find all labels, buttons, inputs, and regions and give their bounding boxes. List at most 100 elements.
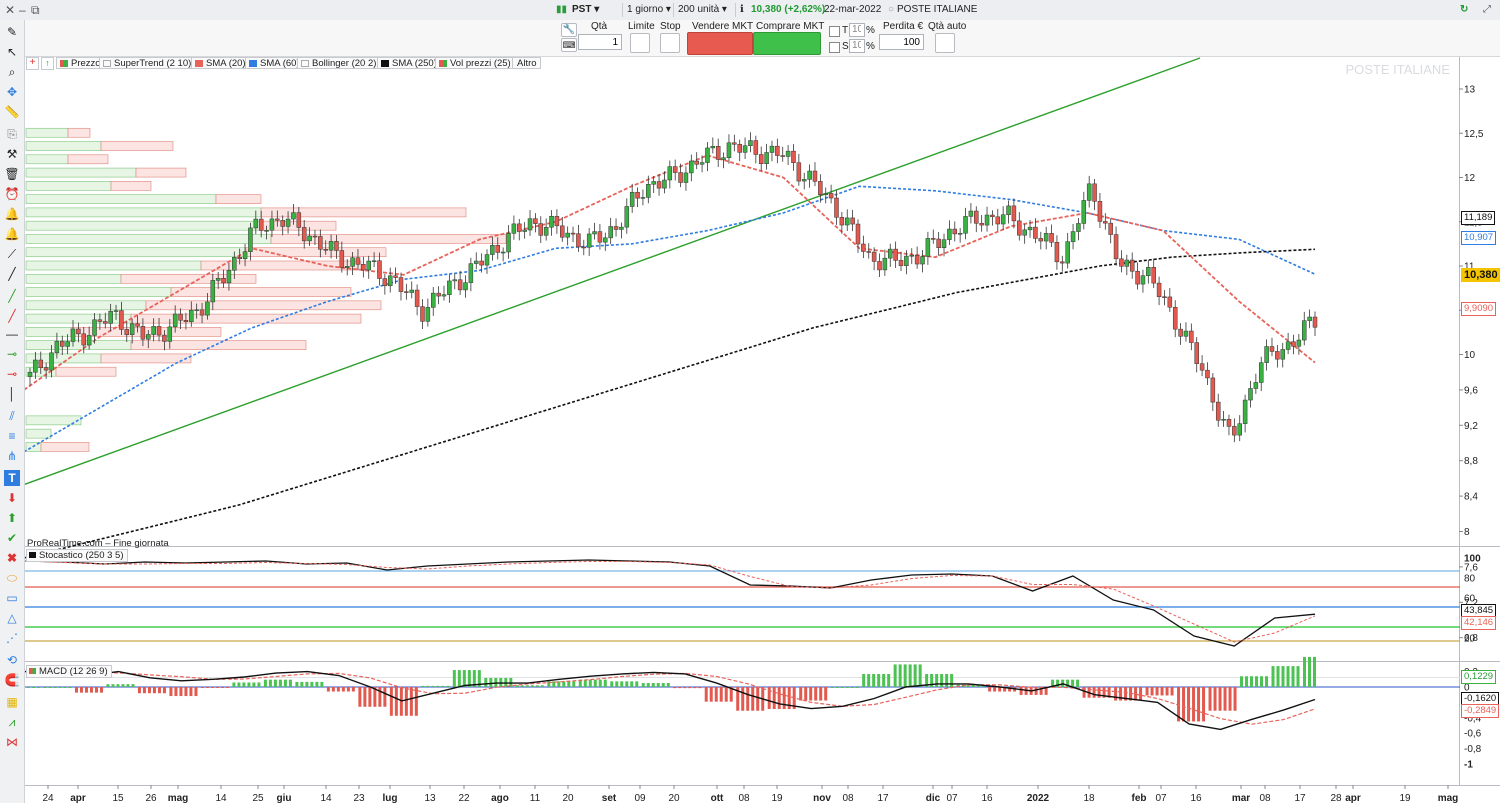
legend-sma20[interactable]: SMA (20) [191,57,250,69]
alarm-icon[interactable]: ⏰ [4,186,20,202]
candle-up [113,310,119,312]
ruler-icon[interactable]: 📏 [4,104,20,120]
macd-hist-down [678,687,682,689]
magnet-icon[interactable]: 🧲 [4,672,20,688]
sell-market-button[interactable] [687,32,753,55]
candle-down [758,154,764,164]
candle-down [979,223,984,226]
restore-icon[interactable]: ⧉ [31,3,40,18]
green-line-icon[interactable]: ╱ [4,288,20,304]
triangle-icon[interactable]: △ [4,610,20,626]
minimize-icon[interactable]: – [19,3,26,17]
candle-down [517,223,522,232]
stop-order-icon[interactable] [660,33,680,53]
candle-up [205,301,210,316]
candle-down [1156,282,1162,297]
red-ray-icon[interactable]: ⊸ [4,366,20,382]
period-select[interactable]: 1 giorno ▾ [622,3,671,17]
macd-hist-up [583,679,587,687]
segment-icon[interactable]: ⟋ [4,246,20,262]
legend-prezzo[interactable]: Prezzo [56,57,105,69]
arrow-up-icon[interactable]: ⬆ [4,510,20,526]
t-input[interactable] [849,23,865,37]
stochastic-title[interactable]: Stocastico (250 3 5) [26,549,128,562]
rectangle-icon[interactable]: ▭ [4,590,20,606]
ellipse-icon[interactable]: ⬭ [4,570,20,586]
date-label: dic [926,793,941,803]
bell-icon[interactable]: 🔔 [4,206,20,222]
chart-type-icon[interactable]: ▮▮ [556,3,567,17]
legend-supertrend[interactable]: SuperTrend (2 10) [99,57,196,69]
pitchfork-icon[interactable]: ⋔ [4,448,20,464]
volume-bar-up [25,287,172,297]
bell-settings-icon[interactable]: 🔔 [4,226,20,242]
candle-down [898,260,904,266]
price-tick-label: 9,2 [1464,421,1478,432]
pencil-icon[interactable]: ✎ [4,24,20,40]
buy-market-button[interactable] [753,32,821,55]
s-input[interactable] [849,39,865,53]
date-label: 19 [1399,793,1411,803]
loss-input[interactable] [879,34,924,50]
vertical-line-icon[interactable]: │ [4,386,20,402]
keyboard-icon[interactable]: ⌨ [561,38,577,52]
macd-title[interactable]: MACD (12 26 9) [26,665,112,678]
fibo-icon[interactable]: ≡ [4,428,20,444]
magic-icon[interactable]: ⚒ [4,146,20,162]
chart-pattern-icon[interactable]: ⩘ [4,714,20,730]
macd-hist-up [426,685,430,687]
candle-up [1027,226,1033,231]
ticker-select[interactable]: PST ▾ [572,3,599,17]
cursor-icon[interactable]: ↖ [4,44,20,60]
horizontal-line-icon[interactable]: — [4,326,20,342]
candle-up [651,181,656,185]
circle-arrow-icon[interactable]: ⟲ [4,652,20,668]
add-indicator-icon[interactable]: + [26,57,39,70]
polyline-icon[interactable]: ⋰ [4,630,20,646]
green-ray-icon[interactable]: ⊸ [4,346,20,362]
date-label: 28 [1330,793,1342,803]
candle-up [1146,267,1151,276]
info-icon[interactable]: ℹ [735,3,744,17]
legend-sma250[interactable]: SMA (250) [377,57,441,69]
macd-hist-down [1134,687,1138,701]
candle-down [715,145,721,160]
fullscreen-icon[interactable]: ⤢ [1483,3,1491,17]
macd-hist-down [1213,687,1217,711]
candle-down [156,326,162,336]
wave-icon[interactable]: ⋈ [4,734,20,750]
copy-icon[interactable]: ⎘ [4,126,20,142]
up-arrow-icon[interactable]: ↑ [41,57,54,70]
s-checkbox[interactable] [829,42,840,53]
arrow-down-icon[interactable]: ⬇ [4,490,20,506]
chart-canvas[interactable]: 1312,51211,51110,5109,69,28,88,487,67,26… [0,0,1500,803]
macd-hist-up [278,679,282,687]
text-icon[interactable]: T [4,470,20,486]
candle-down [861,243,866,252]
limit-order-icon[interactable] [630,33,650,53]
legend-sma60[interactable]: SMA (60) [245,57,304,69]
legend-altro[interactable]: Altro [512,57,541,69]
qty-input[interactable] [578,34,622,50]
legend-volprezzi[interactable]: Vol prezzi (25) [435,57,515,69]
units-select[interactable]: 200 unità ▾ [673,3,727,17]
candle-down [1103,221,1108,224]
refresh-icon[interactable]: ↻ [1460,3,1468,17]
check-icon[interactable]: ✔ [4,530,20,546]
wrench-icon[interactable]: 🔧 [561,23,577,37]
auto-qty-icon[interactable] [935,33,955,53]
line-icon[interactable]: ╱ [4,266,20,282]
candle-up [1264,346,1269,363]
volume-bar-down [135,167,187,178]
cross-icon[interactable]: ✖ [4,550,20,566]
template-icon[interactable]: ▦ [4,694,20,710]
candle-up [232,257,237,271]
zoom-icon[interactable]: ⌕ [4,64,20,80]
channel-icon[interactable]: ⫽ [4,408,20,424]
t-checkbox[interactable] [829,26,840,37]
move-icon[interactable]: ✥ [4,84,20,100]
legend-bollinger[interactable]: Bollinger (20 2) [297,57,381,69]
close-icon[interactable]: ✕ [5,3,15,17]
red-line-icon[interactable]: ╱ [4,308,20,324]
trash-icon[interactable]: 🗑 [4,166,20,182]
